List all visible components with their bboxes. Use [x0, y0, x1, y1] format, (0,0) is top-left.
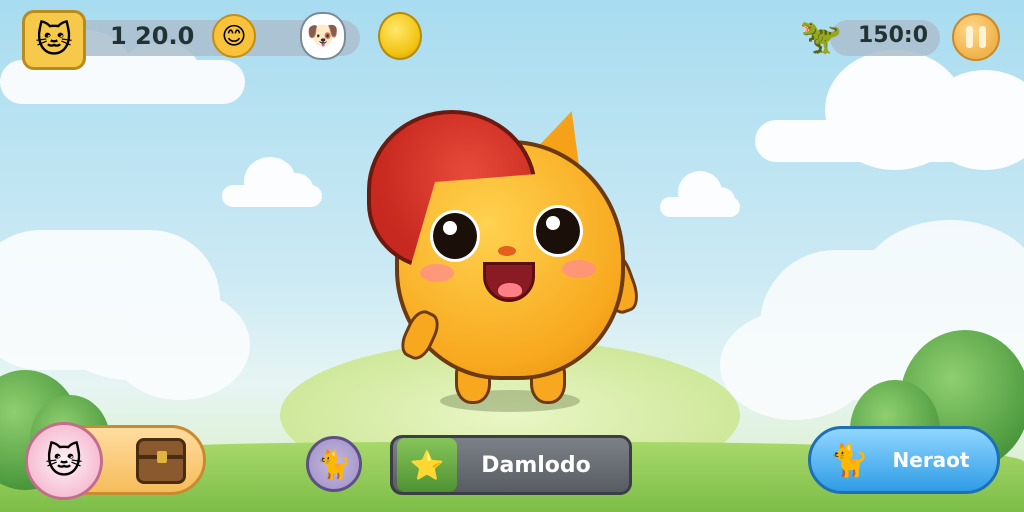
treasure-chest-icon	[136, 438, 186, 484]
character-cheek	[562, 260, 596, 278]
score-counter: 1 20.0	[110, 22, 195, 50]
pet-inventory-button[interactable]: 🐱	[25, 422, 206, 500]
character-nose	[498, 246, 516, 256]
green-dino-icon[interactable]: 🦖	[796, 10, 846, 64]
smiley-face-icon[interactable]: 😊	[212, 14, 256, 58]
cloud	[222, 157, 322, 207]
character-eye	[533, 205, 583, 257]
grey-cat-button[interactable]: 🐈	[306, 436, 362, 492]
cloud	[755, 50, 1024, 170]
character-cheek	[420, 264, 454, 282]
gold-coin-icon[interactable]	[378, 12, 422, 60]
neraot-button[interactable]: 🐈 Neraot	[808, 426, 1000, 494]
character-eye	[430, 210, 480, 262]
damlodo-button-label: Damlodo	[481, 452, 591, 478]
cloud	[660, 171, 740, 217]
star-cat-icon: ⭐	[397, 438, 457, 492]
pause-button[interactable]	[952, 13, 1000, 61]
grey-cat-icon: 🐈	[316, 447, 352, 481]
cloud	[0, 230, 250, 400]
cat-face-icon: 🐱	[25, 422, 103, 500]
damlodo-button[interactable]: ⭐ Damlodo	[390, 435, 632, 495]
running-cat-icon: 🐈	[829, 441, 869, 479]
player-avatar-button[interactable]: 🐱	[22, 10, 86, 70]
neraot-button-label: Neraot	[892, 448, 970, 472]
cat-face-icon: 🐱	[35, 19, 73, 61]
white-dog-icon[interactable]: 🐶	[300, 12, 346, 60]
pause-icon	[966, 26, 973, 48]
secondary-counter: 150:0	[858, 23, 929, 48]
